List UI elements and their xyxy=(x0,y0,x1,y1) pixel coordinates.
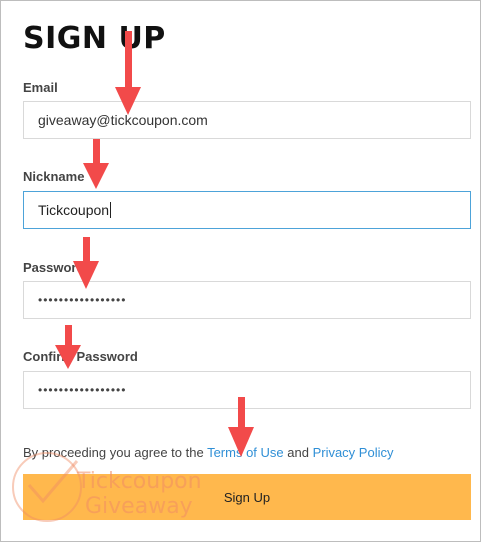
signup-panel: SIGN UP Email giveaway@tickcoupon.com Ni… xyxy=(0,0,481,542)
arrow-down-icon xyxy=(73,237,99,289)
email-label: Email xyxy=(23,80,58,95)
confirm-password-value: ••••••••••••••••• xyxy=(38,383,127,397)
password-value: ••••••••••••••••• xyxy=(38,293,127,307)
nickname-value: Tickcoupon xyxy=(38,202,110,218)
arrow-down-icon xyxy=(83,139,109,189)
email-field[interactable]: giveaway@tickcoupon.com xyxy=(23,101,471,139)
tickcoupon-watermark: Tickcoupon Giveaway xyxy=(7,439,227,539)
text-caret xyxy=(110,202,112,218)
watermark-line2: Giveaway xyxy=(85,494,193,519)
nickname-label: Nickname xyxy=(23,169,85,184)
watermark-line1: Tickcoupon xyxy=(77,469,202,494)
nickname-field[interactable]: Tickcoupon xyxy=(23,191,471,229)
arrow-down-icon xyxy=(55,325,81,369)
agreement-middle: and xyxy=(283,445,313,460)
arrow-down-icon xyxy=(228,397,254,457)
arrow-down-icon xyxy=(115,31,141,115)
page-title: SIGN UP xyxy=(23,21,166,56)
privacy-policy-link[interactable]: Privacy Policy xyxy=(313,445,394,460)
